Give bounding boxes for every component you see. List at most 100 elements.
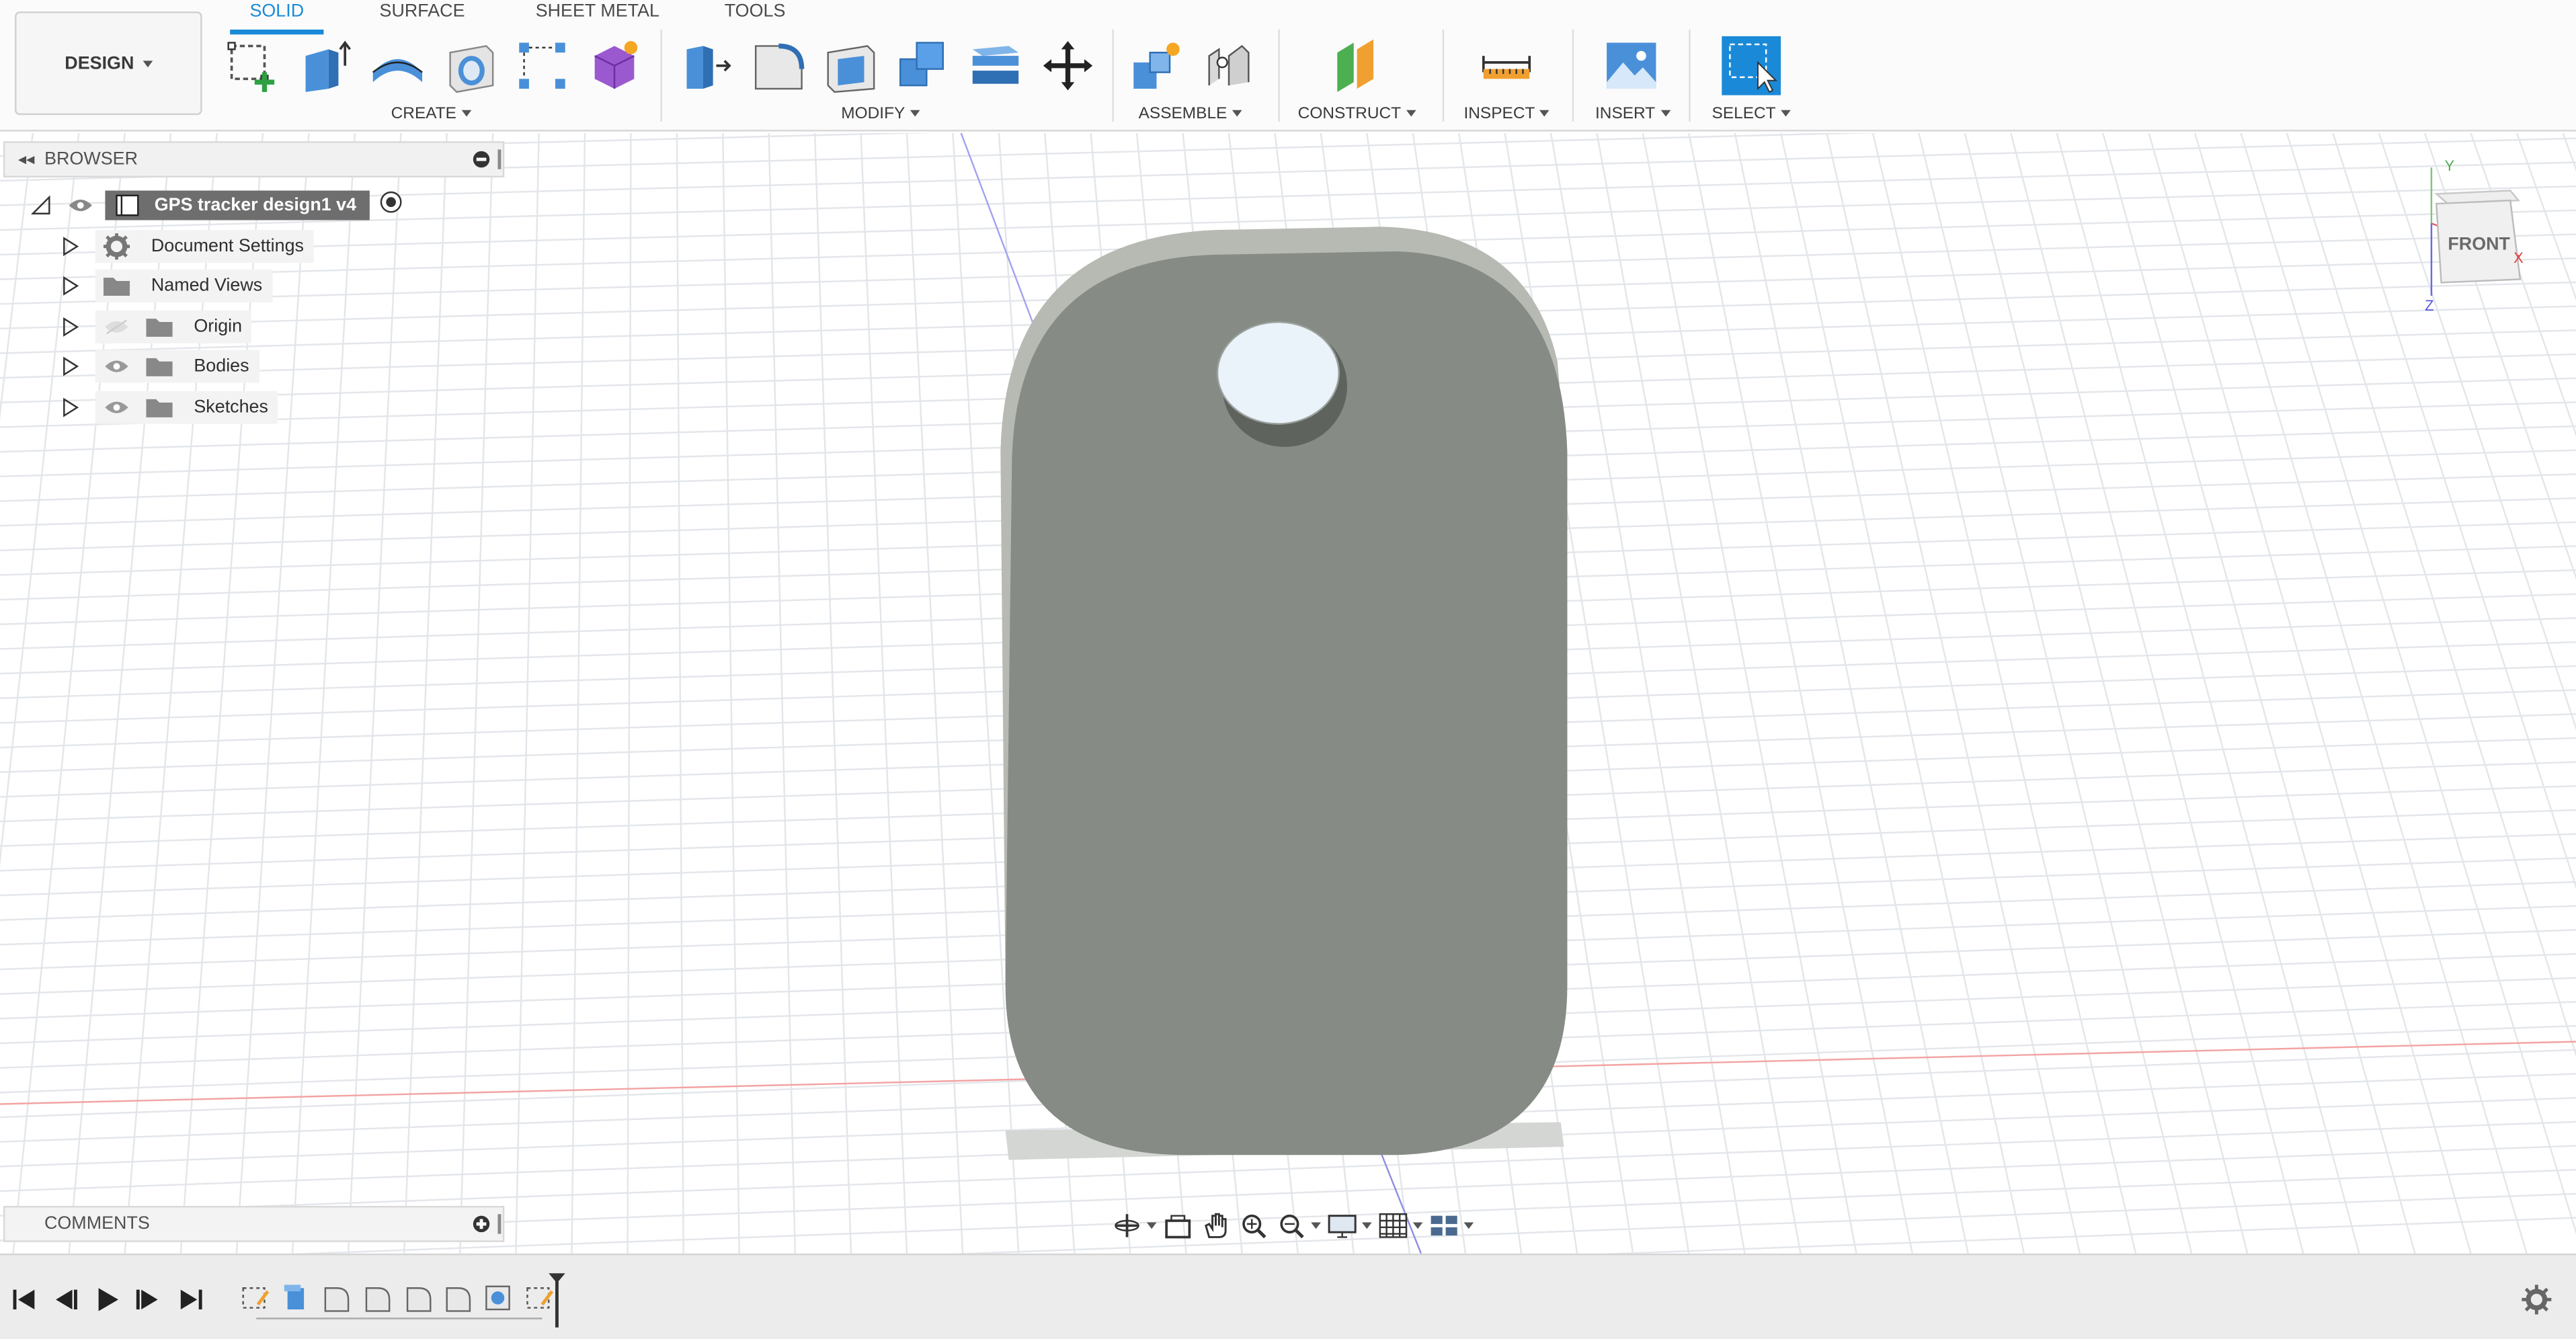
fillet-button[interactable] [746, 33, 812, 99]
timeline-sketch-icon[interactable] [238, 1281, 271, 1314]
tab-tools[interactable]: TOOLS [725, 1, 786, 21]
expand-triangle-icon[interactable] [59, 355, 82, 378]
eye-hidden-icon[interactable] [102, 317, 132, 337]
toolbar-divider [1442, 29, 1445, 122]
insert-canvas-button[interactable] [1599, 33, 1664, 99]
canvas-viewport[interactable]: Y X Z FRONT [0, 132, 2576, 1254]
eye-icon[interactable] [66, 196, 95, 215]
browser-item-sketches[interactable]: Sketches [59, 391, 278, 424]
activate-radio-icon[interactable] [379, 190, 402, 220]
joint-icon [1208, 44, 1250, 86]
caret-down-icon [1780, 110, 1791, 118]
grid-settings-button[interactable] [1377, 1207, 1423, 1244]
fusion-app: DESIGN SOLID SURFACE SHEET METAL TOOLS C… [0, 0, 2576, 1339]
go-to-end-icon[interactable] [175, 1285, 205, 1314]
browser-item-bodies[interactable]: Bodies [59, 350, 259, 383]
inspect-label: INSPECT [1463, 105, 1535, 124]
pan-button[interactable] [1199, 1207, 1232, 1244]
insert-label: INSERT [1595, 105, 1656, 124]
offset-plane-button[interactable] [1324, 33, 1390, 99]
display-settings-button[interactable] [1326, 1207, 1372, 1244]
add-comment-icon[interactable] [473, 1215, 490, 1233]
measure-button[interactable] [1474, 33, 1539, 99]
zoom-button[interactable] [1237, 1207, 1270, 1244]
fit-button[interactable] [1275, 1207, 1321, 1244]
assemble-menu[interactable]: ASSEMBLE [1139, 105, 1242, 123]
viewcube[interactable]: Y X Z FRONT [2415, 158, 2530, 314]
timeline-hole-icon[interactable] [481, 1281, 514, 1314]
shell-button[interactable] [818, 33, 884, 99]
press-pull-button[interactable] [674, 33, 739, 99]
caret-down-icon [1660, 110, 1671, 118]
tab-surface[interactable]: SURFACE [380, 1, 465, 21]
orbit-button[interactable] [1111, 1207, 1157, 1244]
browser-item-document-settings[interactable]: Document Settings [59, 230, 314, 263]
expand-triangle-icon[interactable] [59, 235, 82, 258]
timeline-extrude-icon[interactable] [279, 1281, 312, 1314]
browser-root-item[interactable]: GPS tracker design1 v4 [30, 189, 403, 222]
modify-menu[interactable]: MODIFY [841, 105, 920, 123]
go-to-start-icon[interactable] [10, 1285, 40, 1314]
timeline-marker[interactable] [547, 1272, 567, 1328]
create-menu[interactable]: CREATE [391, 105, 471, 123]
caret-down-icon [1412, 1222, 1423, 1229]
construct-menu[interactable]: CONSTRUCT [1298, 105, 1416, 123]
timeline-fillet-icon[interactable] [362, 1281, 395, 1314]
timeline-fillet-icon[interactable] [403, 1281, 436, 1314]
viewports-button[interactable] [1428, 1207, 1474, 1244]
step-back-icon[interactable] [51, 1285, 81, 1314]
browser-header: ◂◂ BROWSER [3, 141, 505, 177]
hole-button[interactable] [437, 33, 503, 99]
step-forward-icon[interactable] [133, 1285, 163, 1314]
browser-item-label: Sketches [194, 397, 268, 417]
combine-button[interactable] [891, 33, 957, 99]
timeline-settings-gear-icon[interactable] [2520, 1283, 2553, 1316]
collapse-triangle-icon[interactable] [30, 194, 52, 216]
revolve-button[interactable] [365, 33, 431, 99]
pin-comments-icon[interactable] [497, 1214, 501, 1234]
move-copy-button[interactable] [1035, 33, 1101, 99]
create-sketch-button[interactable] [220, 33, 286, 99]
tab-sheet-metal[interactable]: SHEET METAL [536, 1, 659, 21]
timeline-fillet-icon[interactable] [442, 1281, 475, 1314]
eye-icon[interactable] [102, 397, 132, 417]
browser-item-named-views[interactable]: Named Views [59, 269, 272, 302]
collapse-browser-icon[interactable]: ◂◂ [18, 151, 35, 169]
viewcube-axis-z: Z [2425, 297, 2433, 314]
new-component-button[interactable] [1124, 33, 1190, 99]
split-body-button[interactable] [963, 33, 1029, 99]
minimize-browser-icon[interactable] [473, 151, 490, 168]
fillet-icon [754, 43, 805, 90]
look-at-button[interactable] [1162, 1207, 1195, 1244]
folder-icon [146, 399, 173, 417]
insert-menu[interactable]: INSERT [1595, 105, 1671, 124]
tab-solid[interactable]: SOLID [249, 1, 304, 21]
expand-triangle-icon[interactable] [59, 396, 82, 419]
move-icon [1043, 41, 1093, 91]
workspace-label: DESIGN [65, 53, 134, 73]
combine-icon [899, 42, 944, 87]
root-component-label: GPS tracker design1 v4 [154, 195, 357, 216]
component-icon [116, 194, 139, 216]
caret-down-icon [142, 60, 153, 67]
workspace-dropdown[interactable]: DESIGN [14, 11, 202, 116]
expand-triangle-icon[interactable] [59, 274, 82, 297]
browser-item-origin[interactable]: Origin [59, 310, 252, 343]
create-form-button[interactable] [581, 33, 647, 99]
pin-browser-icon[interactable] [497, 149, 501, 169]
eye-icon[interactable] [102, 356, 132, 376]
toolbar-divider [1112, 29, 1114, 122]
select-button[interactable] [1718, 33, 1784, 99]
revolve-icon [372, 58, 423, 83]
root-component-chip[interactable]: GPS tracker design1 v4 [105, 190, 370, 220]
timeline-fillet-icon[interactable] [321, 1281, 354, 1314]
extrude-button[interactable] [292, 33, 358, 99]
expand-triangle-icon[interactable] [59, 315, 82, 338]
caret-down-icon [1539, 110, 1550, 118]
pattern-button[interactable] [510, 33, 575, 99]
select-menu[interactable]: SELECT [1712, 105, 1791, 123]
inspect-menu[interactable]: INSPECT [1463, 105, 1550, 124]
offset-plane-icon [1337, 39, 1374, 92]
joint-button[interactable] [1196, 33, 1262, 99]
play-icon[interactable] [92, 1285, 122, 1314]
